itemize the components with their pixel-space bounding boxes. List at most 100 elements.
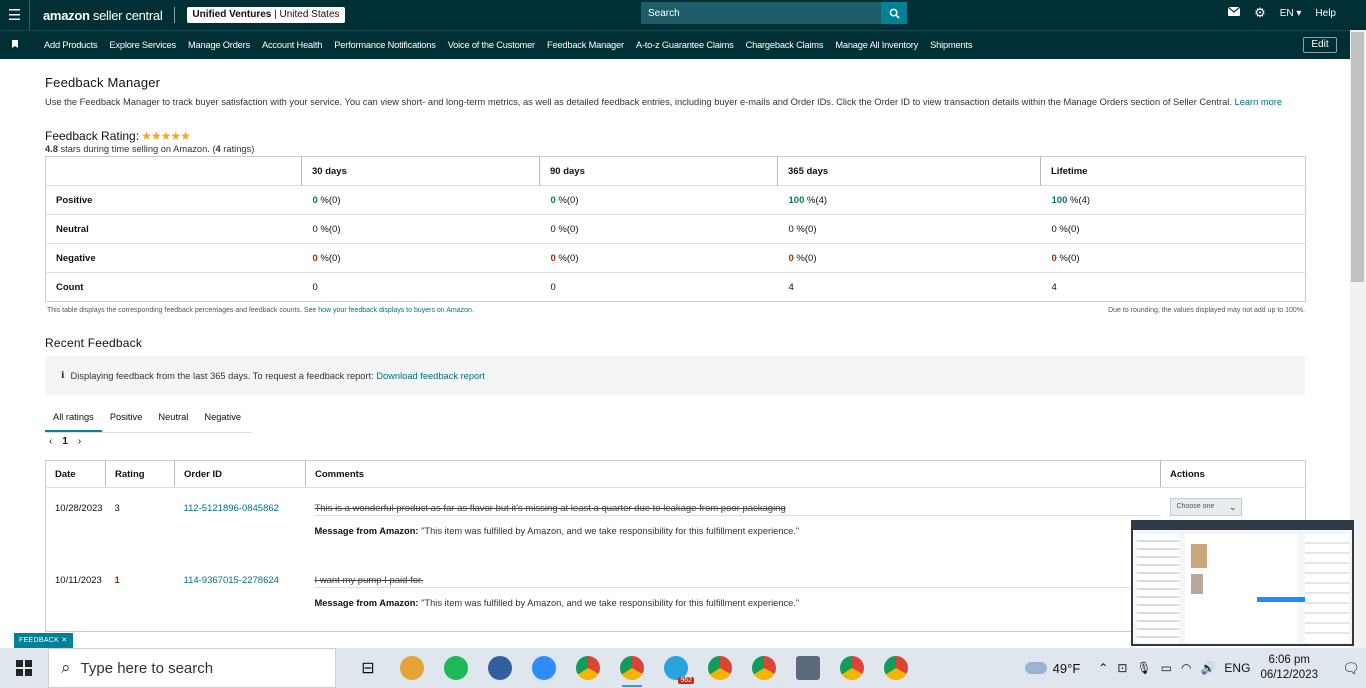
search-input[interactable] — [641, 2, 881, 24]
seller-central-logo[interactable]: amazon seller central — [43, 8, 163, 23]
tab-all-ratings[interactable]: All ratings — [45, 408, 102, 432]
language-selector[interactable]: EN ▾ — [1280, 8, 1302, 19]
edit-nav-button[interactable]: Edit — [1303, 37, 1337, 53]
weather-widget[interactable]: 49°F — [1024, 661, 1080, 676]
metric-cell: 0 %(0) — [539, 243, 778, 273]
nav-feedback-manager[interactable]: Feedback Manager — [547, 40, 624, 50]
store-selector[interactable]: Unified Ventures | United States — [187, 7, 345, 23]
nav-add-products[interactable]: Add Products — [44, 40, 98, 50]
feedback-comment: I want my pump I paid for. — [314, 560, 1161, 588]
thumbnail-message-bubble — [1257, 597, 1307, 602]
chrome-profile-icon[interactable] — [698, 648, 742, 688]
microphone-icon[interactable]: 🎙 — [1136, 661, 1151, 675]
top-bar: ☰ amazon seller central Unified Ventures… — [0, 0, 1366, 30]
system-tray: 49°F ⌃ ⊡ 🎙 ▭ ◠ 🔊 ENG 6:06 pm 06/12/2023 … — [1024, 648, 1366, 688]
chrome-icon[interactable] — [566, 648, 610, 688]
tab-negative[interactable]: Negative — [196, 408, 249, 432]
zoom-icon[interactable] — [522, 648, 566, 688]
windows-start-icon[interactable] — [0, 648, 48, 688]
page-number[interactable]: 1 — [62, 436, 68, 447]
metric-cell: 0 %(0) — [301, 185, 540, 215]
wifi-icon[interactable]: ◠ — [1181, 661, 1191, 675]
calculator-icon[interactable] — [786, 648, 830, 688]
chrome-profile-l-icon[interactable] — [742, 648, 786, 688]
metric-cell: 0 %(0) — [539, 185, 778, 215]
learn-more-link[interactable]: Learn more — [1235, 97, 1283, 107]
feedback-date: 10/28/2023 — [55, 503, 103, 514]
notification-icon[interactable]: 🗨 — [1336, 648, 1366, 688]
col-comments: Comments — [305, 460, 1161, 488]
meet-now-icon[interactable]: ⊡ — [1117, 661, 1127, 675]
scrollbar-thumb[interactable] — [1351, 32, 1364, 282]
bookmark-icon[interactable] — [0, 39, 30, 51]
settings-gear-icon[interactable]: ⚙ — [1254, 5, 1266, 21]
notification-badge: 962 — [678, 677, 694, 684]
thumbnail-side-list — [1305, 534, 1349, 642]
thumbnail-chat-pane — [1185, 534, 1297, 642]
search-icon[interactable] — [881, 2, 907, 24]
feedback-comment: This is a wonderful product as far as fl… — [314, 488, 1161, 516]
menu-icon[interactable]: ☰ — [0, 0, 30, 30]
table-footnote: This table displays the corresponding fe… — [47, 307, 474, 314]
metric-cell: 0 — [301, 272, 540, 302]
intro-text: Use the Feedback Manager to track buyer … — [45, 97, 1283, 107]
order-id-link[interactable]: 114-9367015-2278624 — [175, 560, 306, 632]
buyer-display-link[interactable]: See how your feedback displays to buyers… — [304, 307, 474, 314]
battery-icon[interactable]: ▭ — [1161, 661, 1172, 675]
metrics-row-neutral: Neutral 0 %(0) 0 %(0) 0 %(0) 0 %(0) — [45, 214, 1306, 244]
metric-cell: 0 %(0) — [1040, 214, 1306, 244]
row-label: Positive — [45, 185, 302, 215]
nav-manage-orders[interactable]: Manage Orders — [188, 40, 250, 50]
chevron-up-icon[interactable]: ⌃ — [1098, 661, 1108, 675]
rating-tabs: All ratings Positive Neutral Negative — [45, 408, 252, 433]
window-preview-thumbnail[interactable] — [1131, 520, 1354, 646]
chevron-right-icon[interactable]: › — [78, 436, 81, 447]
metrics-row-count: Count 0 0 4 4 — [45, 272, 1306, 302]
star-rating-icon: ★★★★★ — [141, 129, 191, 143]
feedback-rating-heading: Feedback Rating: ★★★★★ — [45, 129, 191, 143]
feedback-tab-button[interactable]: FEEDBACK ✕ — [14, 633, 73, 648]
telegram-icon[interactable]: 962 — [654, 648, 698, 688]
download-report-link[interactable]: Download feedback report — [376, 371, 485, 381]
nav-manage-inventory[interactable]: Manage All Inventory — [835, 40, 918, 50]
choose-action-dropdown[interactable]: Choose one ⌄ — [1169, 498, 1242, 516]
feedback-table: Date Rating Order ID Comments Actions 10… — [45, 460, 1306, 632]
nav-shipments[interactable]: Shipments — [930, 40, 972, 50]
nav-performance-notifications[interactable]: Performance Notifications — [334, 40, 436, 50]
chevron-left-icon[interactable]: ‹ — [49, 436, 52, 447]
nav-account-health[interactable]: Account Health — [262, 40, 322, 50]
feedback-metrics-table: 30 days 90 days 365 days Lifetime Positi… — [45, 156, 1306, 302]
clock[interactable]: 6:06 pm 06/12/2023 — [1260, 653, 1318, 683]
task-view-icon[interactable]: ⊟ — [346, 648, 390, 688]
taskbar-search[interactable]: ⌕ Type here to search — [48, 648, 336, 688]
help-link[interactable]: Help — [1315, 8, 1336, 19]
nav-chargeback-claims[interactable]: Chargeback Claims — [746, 40, 824, 50]
clock-app-icon[interactable] — [478, 648, 522, 688]
row-label: Negative — [45, 243, 302, 273]
spotify-icon[interactable] — [434, 648, 478, 688]
nav-a-to-z-claims[interactable]: A-to-z Guarantee Claims — [636, 40, 734, 50]
metric-cell: 0 — [539, 272, 778, 302]
language-indicator[interactable]: ENG — [1224, 661, 1250, 675]
table-row: 10/28/2023 3 112-5121896-0845862 This is… — [46, 488, 1306, 560]
feedback-comment-cell: I want my pump I paid for. Message from … — [306, 560, 1161, 632]
game-app-icon[interactable] — [390, 648, 434, 688]
chrome-profile-m-icon[interactable] — [610, 648, 654, 688]
thumbnail-chat-list — [1137, 534, 1179, 642]
nav-explore-services[interactable]: Explore Services — [109, 40, 176, 50]
nav-voice-of-customer[interactable]: Voice of the Customer — [448, 40, 535, 50]
volume-icon[interactable]: 🔊 — [1200, 661, 1215, 675]
chrome-profile-s-icon[interactable] — [830, 648, 874, 688]
chrome-profile-r-icon[interactable] — [874, 648, 918, 688]
order-id-link[interactable]: 112-5121896-0845862 — [175, 488, 306, 560]
rating-summary: 4.8 stars during time selling on Amazon.… — [45, 144, 255, 154]
table-row: 10/11/2023 1 114-9367015-2278624 I want … — [46, 560, 1306, 632]
tab-neutral[interactable]: Neutral — [150, 408, 196, 432]
page-title: Feedback Manager — [45, 75, 161, 90]
metric-cell: 0 %(0) — [1040, 243, 1306, 273]
tab-positive[interactable]: Positive — [102, 408, 151, 432]
col-90-days: 90 days — [539, 156, 778, 186]
mail-icon[interactable] — [1227, 6, 1241, 19]
col-date: Date — [45, 460, 106, 488]
thumbnail-photo — [1191, 544, 1207, 568]
